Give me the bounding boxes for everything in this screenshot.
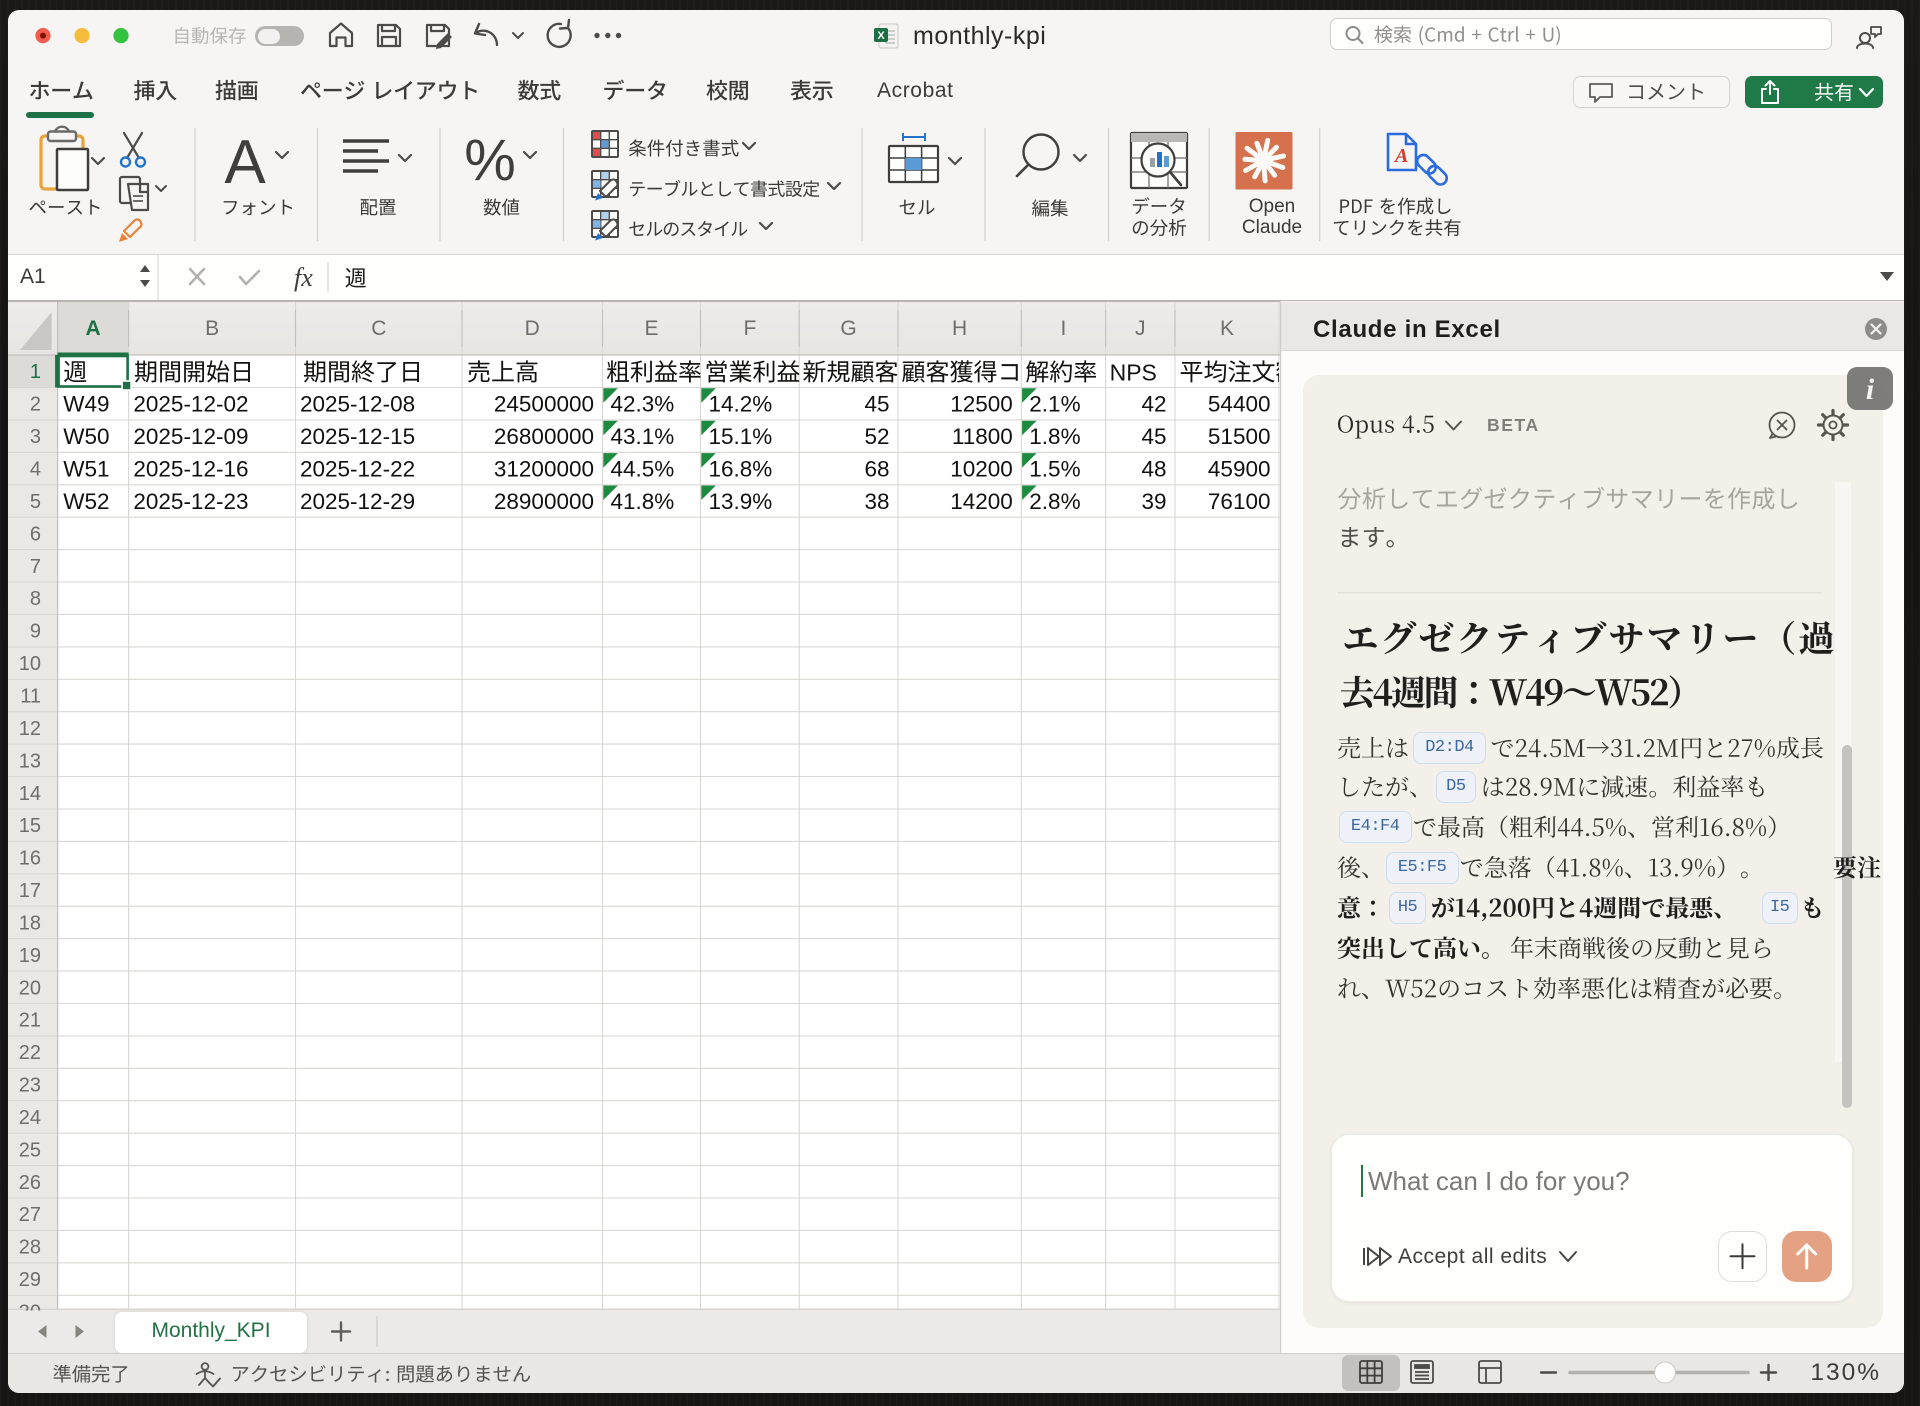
svg-text:A: A — [1393, 145, 1408, 167]
svg-text:%: % — [464, 128, 516, 193]
svg-text:X: X — [877, 30, 885, 42]
svg-text:A: A — [224, 128, 266, 197]
